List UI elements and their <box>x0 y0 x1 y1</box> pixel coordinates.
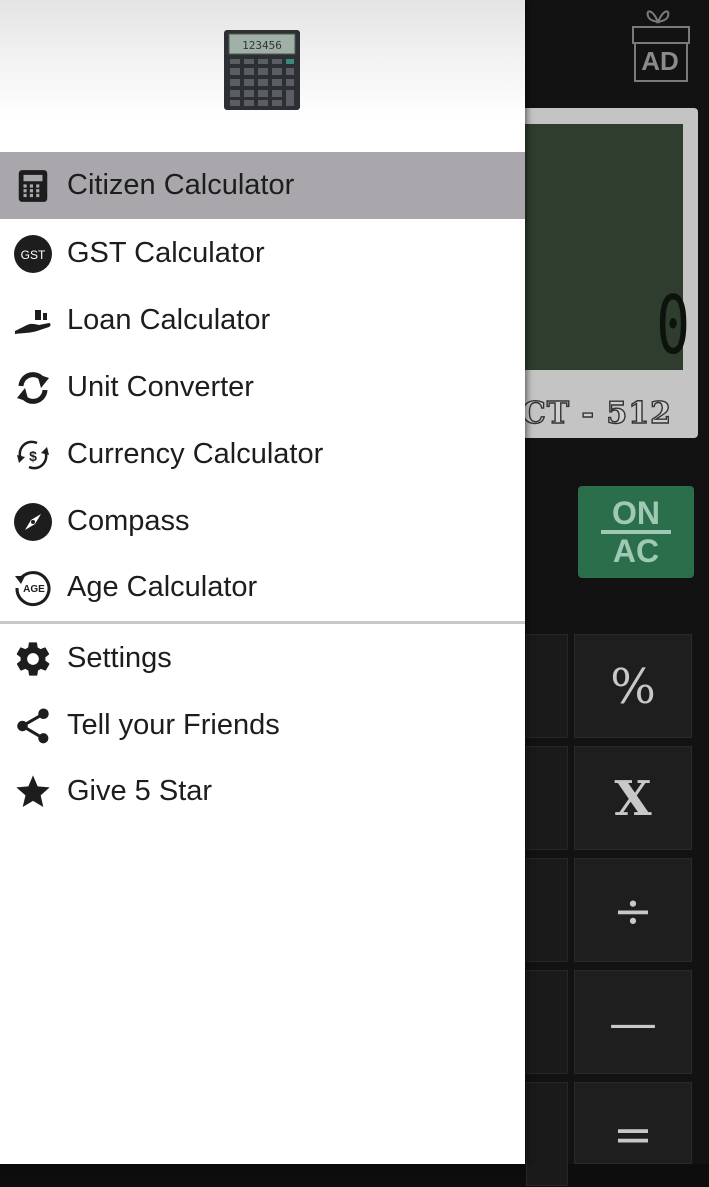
nav-item-citizen-calculator[interactable]: Citizen Calculator <box>0 152 525 219</box>
calc-key-partial[interactable] <box>526 858 568 962</box>
ad-gift-button[interactable]: AD <box>628 6 690 82</box>
nav-item-unit-converter[interactable]: Unit Converter <box>0 354 525 421</box>
gift-bow-icon <box>646 10 670 24</box>
navigation-drawer: 123456 Citizen Calculator GST GST Calcul… <box>0 0 525 1164</box>
nav-item-settings[interactable]: Settings <box>0 625 525 692</box>
star-icon <box>12 771 54 813</box>
nav-item-label: Currency Calculator <box>67 438 324 470</box>
equals-key[interactable]: = <box>574 1082 692 1164</box>
nav-item-label: GST Calculator <box>67 237 265 269</box>
display-value: 0 <box>656 279 690 372</box>
ac-label: AC <box>612 533 660 569</box>
gst-icon: GST <box>12 233 54 275</box>
calc-key-partial[interactable] <box>526 634 568 738</box>
nav-item-gst-calculator[interactable]: GST GST Calculator <box>0 220 525 287</box>
calculator-icon <box>12 165 54 207</box>
calculator-logo-icon: 123456 <box>224 30 300 110</box>
percent-key[interactable]: % <box>574 634 692 738</box>
divide-key[interactable]: ÷ <box>574 858 692 962</box>
drawer-header: 123456 <box>0 0 525 150</box>
convert-arrows-icon <box>12 367 54 409</box>
gst-icon-text: GST <box>21 248 46 262</box>
calc-key-partial[interactable] <box>526 746 568 850</box>
calc-key-partial[interactable] <box>526 970 568 1074</box>
on-label: ON <box>612 495 660 531</box>
currency-symbol: $ <box>29 448 37 464</box>
minus-key[interactable]: — <box>574 970 692 1074</box>
nav-item-label: Tell your Friends <box>67 709 280 741</box>
currency-exchange-icon: $ <box>12 434 54 476</box>
loan-hand-icon <box>12 300 54 342</box>
ad-badge-text: AD <box>641 46 679 76</box>
compass-icon <box>12 501 54 543</box>
nav-item-label: Settings <box>67 642 172 674</box>
age-icon-text: AGE <box>23 584 45 595</box>
nav-item-label: Loan Calculator <box>67 304 271 336</box>
age-icon: AGE <box>12 567 54 609</box>
drawer-divider <box>0 621 525 624</box>
nav-item-give-5-star[interactable]: Give 5 Star <box>0 758 525 825</box>
nav-item-tell-friends[interactable]: Tell your Friends <box>0 692 525 759</box>
nav-item-currency-calculator[interactable]: $ Currency Calculator <box>0 421 525 488</box>
multiply-key[interactable]: X <box>574 746 692 850</box>
on-ac-button[interactable]: ON AC <box>578 486 694 578</box>
nav-item-loan-calculator[interactable]: Loan Calculator <box>0 287 525 354</box>
svg-text:123456: 123456 <box>242 39 282 52</box>
nav-item-label: Citizen Calculator <box>67 169 295 201</box>
calc-key-partial[interactable] <box>526 1082 568 1186</box>
nav-item-compass[interactable]: Compass <box>0 488 525 555</box>
nav-item-age-calculator[interactable]: AGE Age Calculator <box>0 554 525 621</box>
nav-item-label: Give 5 Star <box>67 775 213 807</box>
share-icon <box>12 705 54 747</box>
nav-item-label: Compass <box>67 505 190 537</box>
nav-item-label: Unit Converter <box>67 371 254 403</box>
gear-icon <box>12 638 54 680</box>
nav-item-label: Age Calculator <box>67 571 258 603</box>
